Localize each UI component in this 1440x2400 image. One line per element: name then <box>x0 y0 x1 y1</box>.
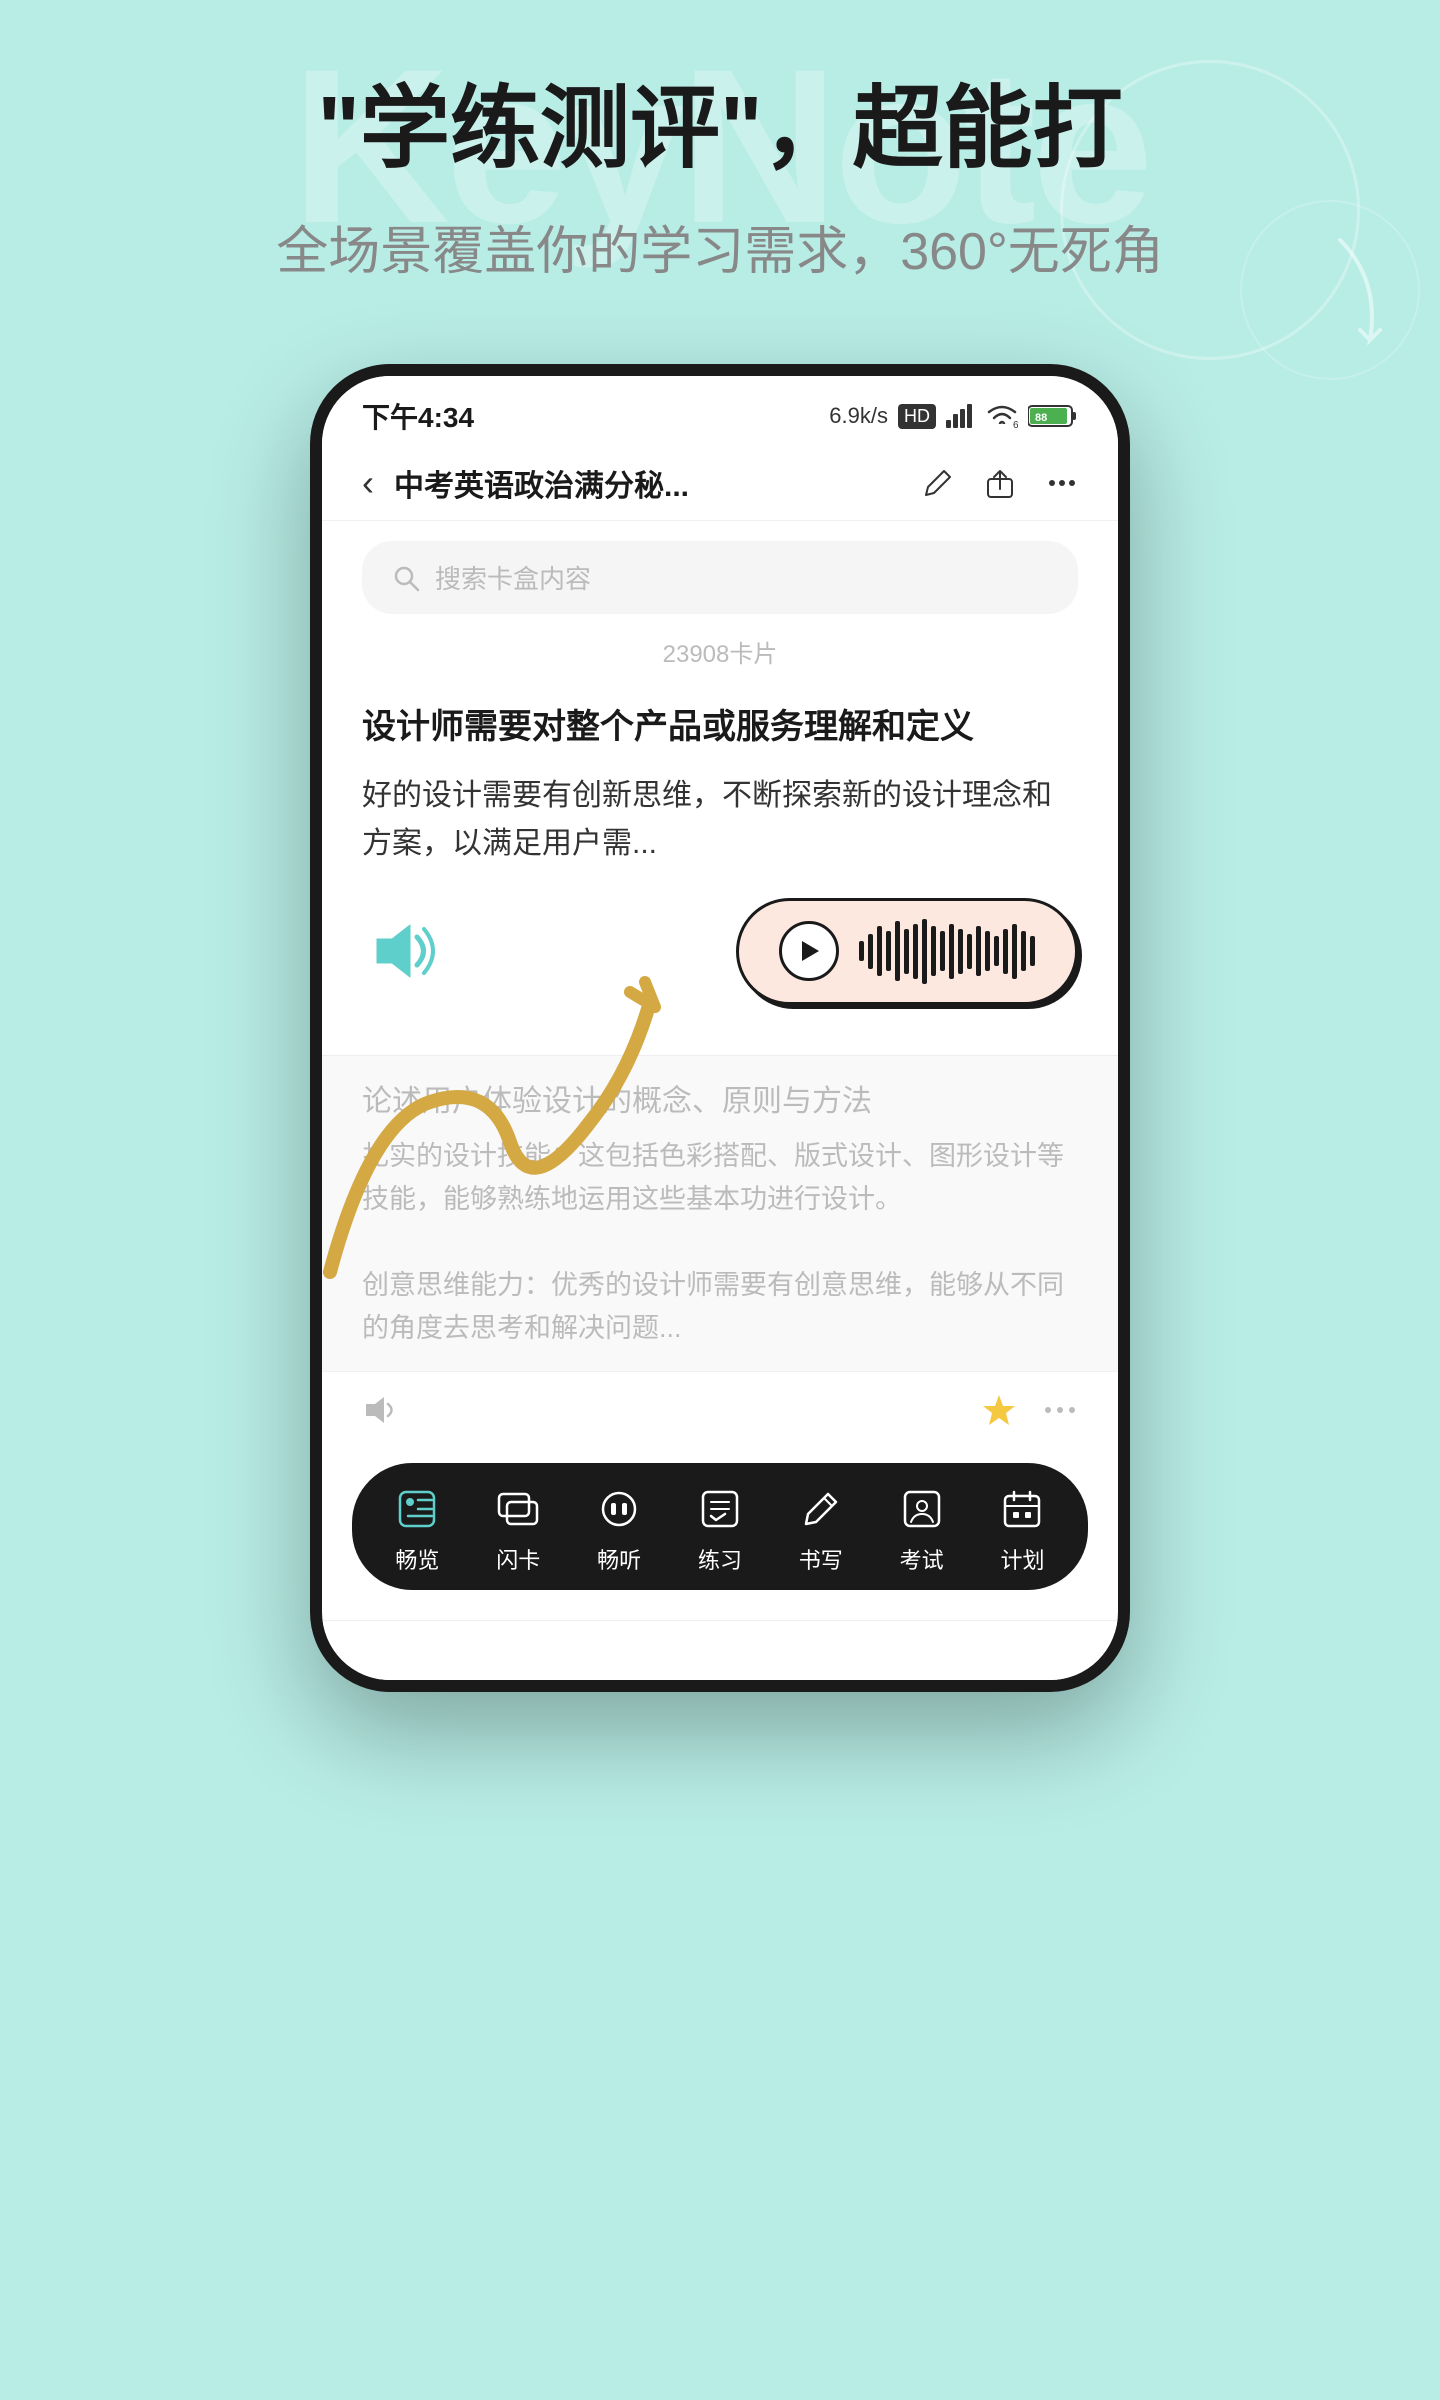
audio-player[interactable] <box>736 898 1078 1005</box>
nav-label-write: 书写 <box>799 1543 843 1575</box>
bottom-nav: 畅览 闪卡 <box>352 1463 1088 1590</box>
phone-mockup: 下午4:34 6.9k/s HD <box>310 364 1130 1692</box>
card-front-body: 好的设计需要有创新思维，不断探索新的设计理念和方案，以满足用户需... <box>362 772 1078 868</box>
nav-title: 中考英语政治满分秘... <box>394 461 922 505</box>
wifi-icon: 6 <box>986 404 1018 428</box>
write-icon <box>795 1483 847 1535</box>
play-button[interactable] <box>779 921 839 981</box>
handwriting-arrow <box>230 922 780 1342</box>
card-front-title: 设计师需要对整个产品或服务理解和定义 <box>362 704 1078 752</box>
nav-back-button[interactable]: ‹ <box>362 462 374 504</box>
nav-label-browse: 畅览 <box>395 1543 439 1575</box>
nav-item-flashcard[interactable]: 闪卡 <box>492 1483 544 1575</box>
status-time: 下午4:34 <box>362 396 474 436</box>
status-right: 6.9k/s HD 6 <box>829 403 1078 429</box>
nav-label-plan: 计划 <box>1000 1543 1044 1575</box>
status-bar: 下午4:34 6.9k/s HD <box>322 376 1118 446</box>
listen-icon <box>593 1483 645 1535</box>
nav-item-plan[interactable]: 计划 <box>996 1483 1048 1575</box>
share-icon[interactable] <box>984 467 1016 499</box>
nav-bar: ‹ 中考英语政治满分秘... <box>322 446 1118 521</box>
battery-icon: 88 <box>1028 403 1078 429</box>
nav-label-flashcard: 闪卡 <box>496 1543 540 1575</box>
nav-item-write[interactable]: 书写 <box>795 1483 847 1575</box>
search-bar[interactable]: 搜索卡盒内容 <box>362 541 1078 614</box>
edit-icon[interactable] <box>922 467 954 499</box>
sub-headline: 全场景覆盖你的学习需求，360°无死角 <box>276 209 1164 284</box>
page-content: "学练测评"，超能打 全场景覆盖你的学习需求，360°无死角 下午4:34 6.… <box>0 0 1440 1692</box>
exam-icon <box>896 1483 948 1535</box>
search-placeholder: 搜索卡盒内容 <box>435 559 591 596</box>
nav-label-practice: 练习 <box>698 1543 742 1575</box>
main-headline: "学练测评"，超能打 <box>317 80 1122 179</box>
status-speed: 6.9k/s <box>829 403 888 429</box>
nav-label-listen: 畅听 <box>597 1543 641 1575</box>
card-count: 23908卡片 <box>322 634 1118 669</box>
hd-badge: HD <box>898 404 936 429</box>
footer-actions <box>981 1392 1078 1428</box>
nav-item-listen[interactable]: 畅听 <box>593 1483 645 1575</box>
partial-card <box>322 1620 1118 1680</box>
star-icon[interactable] <box>981 1392 1017 1428</box>
more-icon[interactable] <box>1046 467 1078 499</box>
waveform <box>859 919 1035 984</box>
nav-label-exam: 考试 <box>900 1543 944 1575</box>
flashcard-icon <box>492 1483 544 1535</box>
play-icon <box>794 936 824 966</box>
nav-actions <box>922 467 1078 499</box>
footer-speaker-icon[interactable] <box>362 1394 402 1426</box>
svg-text:6: 6 <box>1013 420 1018 428</box>
practice-icon <box>694 1483 746 1535</box>
browse-icon <box>391 1483 443 1535</box>
nav-item-browse[interactable]: 畅览 <box>391 1483 443 1575</box>
signal-icon <box>946 404 976 428</box>
nav-item-practice[interactable]: 练习 <box>694 1483 746 1575</box>
nav-item-exam[interactable]: 考试 <box>896 1483 948 1575</box>
card-footer <box>322 1371 1118 1448</box>
search-icon <box>392 564 420 592</box>
card-more-icon[interactable] <box>1042 1396 1078 1424</box>
plan-icon <box>996 1483 1048 1535</box>
svg-text:88: 88 <box>1035 412 1047 424</box>
